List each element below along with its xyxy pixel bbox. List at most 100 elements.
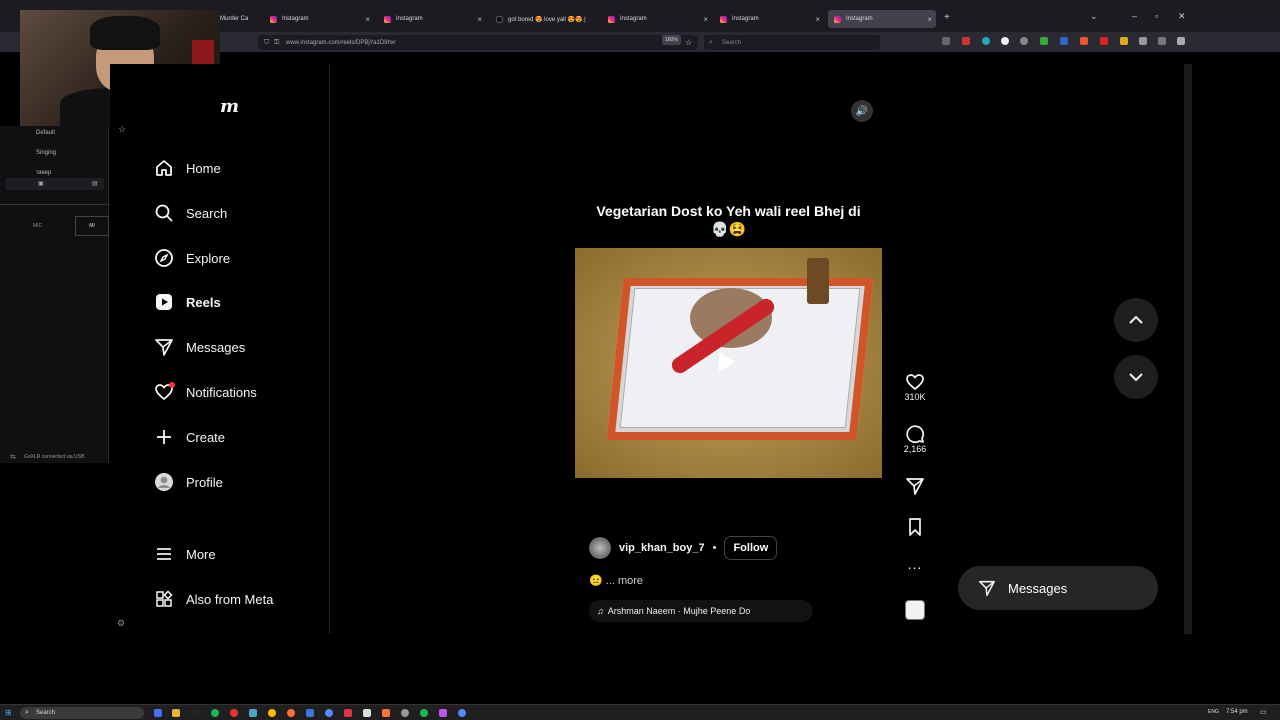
spotify-icon[interactable] (211, 709, 219, 717)
sidebar-item-search[interactable]: Search (154, 201, 227, 225)
extension-icon[interactable] (962, 37, 970, 45)
zoom-level-badge[interactable]: 160% (662, 35, 681, 45)
reel-video[interactable] (575, 248, 882, 478)
taskbar-app-icon[interactable] (230, 709, 238, 717)
close-tab-icon[interactable]: × (477, 15, 482, 24)
sidebar-item-messages[interactable]: Messages (154, 335, 245, 359)
taskbar-app-icon[interactable] (192, 709, 200, 717)
taskbar-app-icon[interactable] (363, 709, 371, 717)
close-tab-icon[interactable]: × (703, 15, 708, 24)
taskbar-app-icon[interactable] (344, 709, 352, 717)
sidebar-item-more[interactable]: More (154, 542, 216, 566)
new-tab-button[interactable]: + (944, 12, 950, 23)
gear-icon[interactable]: ⚙ (117, 618, 125, 629)
mic-tab-active[interactable]: MI (75, 216, 109, 236)
share-action[interactable] (902, 476, 928, 496)
avatar[interactable] (589, 537, 611, 559)
address-bar[interactable]: ⛉ ⚿ www.instagram.com/reels/DPBjYa1D8hx/… (258, 35, 698, 50)
play-icon[interactable] (719, 352, 735, 372)
browser-tab[interactable]: Instagram × (602, 10, 712, 28)
extension-icon[interactable] (1060, 37, 1068, 45)
tab-list-chevron-icon[interactable]: ⌄ (1090, 11, 1098, 22)
chrome-icon[interactable] (268, 709, 276, 717)
send-icon[interactable] (905, 476, 925, 496)
taskbar-app-icon[interactable] (249, 709, 257, 717)
extensions-puzzle-icon[interactable] (1139, 37, 1147, 45)
menu-icon[interactable] (1177, 37, 1185, 45)
bookmark-star-icon[interactable]: ☆ (685, 38, 692, 47)
scene-item[interactable]: Singing (36, 150, 56, 156)
comment-action[interactable]: 2,166 (902, 424, 928, 454)
save-action[interactable] (902, 517, 928, 537)
username-link[interactable]: vip_khan_boy_7 (619, 542, 705, 554)
sidebar-item-notifications[interactable]: Notifications (154, 380, 257, 404)
reel-player[interactable]: 🔊 Vegetarian Dost ko Yeh wali reel Bhej … (575, 90, 882, 636)
sidebar-item-home[interactable]: Home (154, 156, 221, 180)
more-link[interactable]: ... more (606, 575, 643, 587)
browser-tab[interactable]: Instagram × (714, 10, 824, 28)
extension-icon[interactable] (982, 37, 990, 45)
extension-icon[interactable] (1040, 37, 1048, 45)
bookmark-icon[interactable] (905, 517, 925, 537)
taskbar-app-icon[interactable] (420, 709, 428, 717)
next-reel-button[interactable] (1114, 355, 1158, 399)
audio-attribution[interactable]: ♫ Arshman Naeem · Mujhe Peene Do (589, 600, 813, 622)
close-tab-icon[interactable]: × (927, 15, 932, 24)
extension-icon[interactable] (1080, 37, 1088, 45)
notification-center-icon[interactable]: ▭ (1260, 708, 1267, 716)
extension-icon[interactable] (1100, 37, 1108, 45)
extension-icon[interactable] (1158, 37, 1166, 45)
sidebar-item-label: Messages (186, 339, 246, 355)
like-action[interactable]: 310K (902, 372, 928, 402)
sidebar-item-create[interactable]: Create (154, 425, 225, 449)
messages-floating-button[interactable]: Messages (958, 566, 1158, 610)
extension-icon[interactable] (1001, 37, 1009, 45)
scene-item[interactable]: Sleep (36, 170, 51, 176)
close-tab-icon[interactable]: × (365, 15, 370, 24)
windows-start-icon[interactable]: ⊞ (5, 708, 12, 717)
taskbar-app-icon[interactable] (306, 709, 314, 717)
taskbar-clock[interactable]: 7:54 pm (1226, 709, 1248, 715)
browser-tab[interactable]: Instagram × (264, 10, 374, 28)
close-tab-icon[interactable]: × (815, 15, 820, 24)
heart-icon[interactable] (905, 372, 925, 392)
maximize-window-icon[interactable]: ▫ (1155, 11, 1158, 21)
instagram-logo[interactable]: m (220, 96, 239, 117)
discord-icon[interactable] (458, 709, 466, 717)
previous-reel-button[interactable] (1114, 298, 1158, 342)
language-indicator[interactable]: ENG (1208, 709, 1219, 715)
sidebar-item-reels[interactable]: Reels (154, 290, 221, 314)
extension-icon[interactable] (942, 37, 950, 45)
taskbar-app-icon[interactable] (401, 709, 409, 717)
follow-button[interactable]: Follow (724, 536, 778, 560)
audio-thumbnail[interactable] (905, 600, 925, 620)
browser-tab[interactable]: Murder Ca (214, 10, 264, 28)
folder-icon[interactable] (172, 709, 180, 717)
more-options-button[interactable]: ... (902, 556, 928, 572)
obs-side-panel: Default Singing Sleep ▣ ▤ MIC MI (0, 126, 110, 463)
browser-tab-active[interactable]: Instagram × (828, 10, 936, 28)
scene-item[interactable]: Default (36, 130, 55, 136)
save-icon[interactable]: ▣ (38, 180, 44, 187)
extension-icon[interactable] (1020, 37, 1028, 45)
extension-icon[interactable] (1120, 37, 1128, 45)
browser-tab[interactable]: got bored 😍 love yall 😍😍 | (490, 10, 602, 28)
taskbar-app-icon[interactable] (382, 709, 390, 717)
taskbar-app-icon[interactable] (325, 709, 333, 717)
sidebar-item-explore[interactable]: Explore (154, 246, 230, 270)
taskbar-app-icon[interactable] (154, 709, 162, 717)
mic-tab[interactable]: MIC (0, 216, 75, 236)
minimize-window-icon[interactable]: – (1132, 11, 1137, 21)
taskbar-search[interactable]: ⌕ Search (20, 707, 144, 719)
firefox-icon[interactable] (287, 709, 295, 717)
page-scrollbar[interactable] (1184, 64, 1192, 634)
file-icon[interactable]: ▤ (92, 180, 98, 187)
taskbar-app-icon[interactable] (439, 709, 447, 717)
volume-icon[interactable]: 🔊 (851, 100, 873, 122)
browser-search-box[interactable]: ⌕ Search (704, 35, 880, 50)
close-window-icon[interactable]: ✕ (1178, 11, 1186, 22)
browser-tab[interactable]: Instagram × (378, 10, 486, 28)
sidebar-item-also-from-meta[interactable]: Also from Meta (154, 587, 273, 611)
sidebar-item-profile[interactable]: Profile (154, 470, 223, 494)
comment-icon[interactable] (905, 424, 925, 444)
